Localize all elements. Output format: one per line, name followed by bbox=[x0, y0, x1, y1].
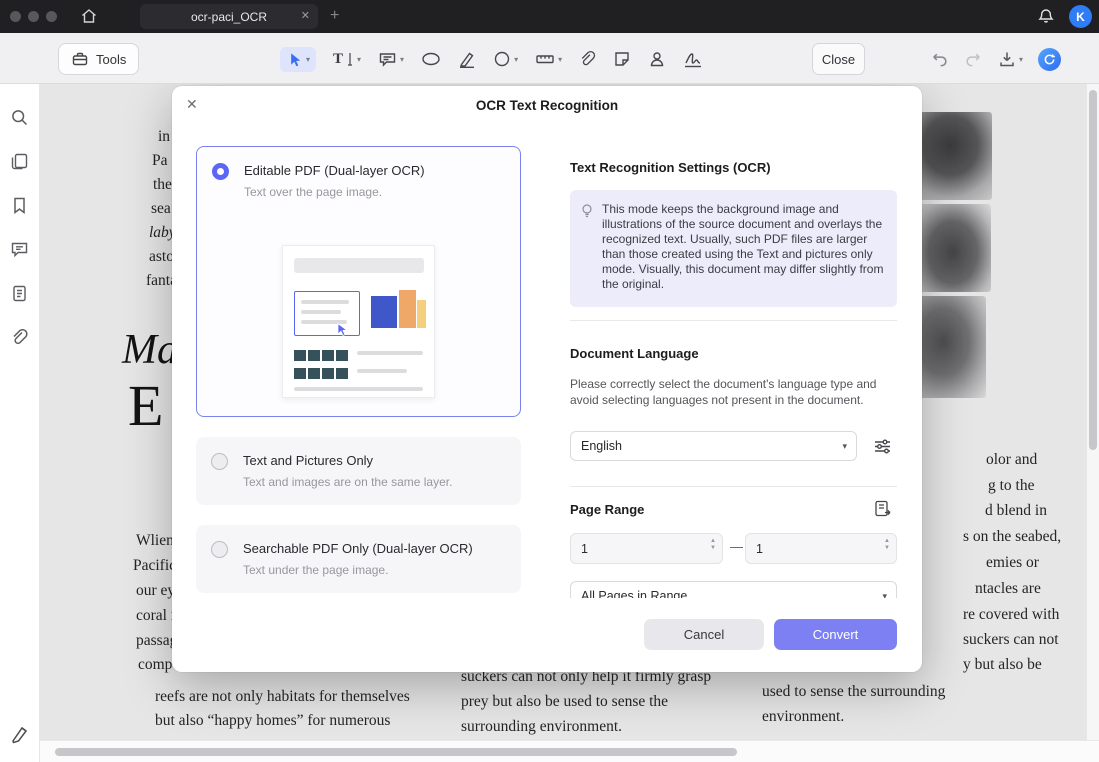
window-close-button[interactable] bbox=[10, 11, 21, 22]
chevron-down-icon: ▾ bbox=[558, 55, 562, 64]
chevron-down-icon: ▾ bbox=[357, 55, 361, 64]
thumbnails-icon[interactable] bbox=[10, 152, 29, 171]
page-to-input[interactable] bbox=[746, 534, 874, 563]
titlebar: ocr-paci_OCR ✕ + K bbox=[0, 0, 1099, 33]
document-tab[interactable]: ocr-paci_OCR ✕ bbox=[140, 4, 318, 29]
range-scope-select[interactable]: All Pages in Range ▾ bbox=[570, 581, 897, 598]
language-select[interactable]: English ▾ bbox=[570, 431, 857, 461]
range-scope-clip: All Pages in Range ▾ bbox=[570, 581, 897, 598]
chevron-down-icon: ▾ bbox=[514, 55, 518, 64]
chevron-down-icon: ▾ bbox=[882, 591, 887, 599]
document-tab-title: ocr-paci_OCR bbox=[191, 10, 267, 24]
vertical-scrollbar-thumb[interactable] bbox=[1089, 90, 1097, 450]
horizontal-scrollbar[interactable] bbox=[0, 740, 1099, 762]
range-dash: — bbox=[730, 539, 743, 554]
ocr-mode-illustration bbox=[282, 245, 435, 398]
chevron-down-icon: ▾ bbox=[842, 441, 847, 452]
signature-panel-icon[interactable] bbox=[10, 724, 31, 745]
mode-info-text: This mode keeps the background image and… bbox=[602, 202, 883, 291]
shape-tool[interactable]: ▾ bbox=[493, 50, 518, 68]
option-label: Searchable PDF Only (Dual-layer OCR) bbox=[243, 541, 473, 556]
search-icon[interactable] bbox=[10, 108, 29, 127]
option-desc: Text under the page image. bbox=[243, 563, 388, 577]
option-label: Editable PDF (Dual-layer OCR) bbox=[244, 163, 425, 178]
cursor-icon bbox=[335, 322, 350, 337]
notifications-bell-icon[interactable] bbox=[1037, 7, 1055, 25]
close-editor-button[interactable]: Close bbox=[812, 43, 865, 75]
signature-tool[interactable] bbox=[683, 50, 703, 68]
sticker-tool[interactable] bbox=[613, 50, 631, 68]
ocr-dialog: ✕ OCR Text Recognition Editable PDF (Dua… bbox=[172, 86, 922, 672]
language-options-icon[interactable] bbox=[873, 437, 892, 456]
comments-panel-icon[interactable] bbox=[10, 240, 29, 259]
radio-selected-icon[interactable] bbox=[212, 163, 229, 180]
language-select-value: English bbox=[581, 439, 622, 453]
history-strip: ▾ bbox=[930, 41, 1061, 77]
redo-icon[interactable] bbox=[964, 50, 983, 68]
divider bbox=[570, 486, 897, 487]
option-editable-pdf[interactable]: Editable PDF (Dual-layer OCR) Text over … bbox=[196, 146, 521, 417]
option-searchable-pdf[interactable]: Searchable PDF Only (Dual-layer OCR) Tex… bbox=[196, 525, 521, 593]
page-range-icon[interactable] bbox=[873, 499, 892, 518]
chevron-down-icon: ▾ bbox=[306, 55, 310, 64]
settings-heading: Text Recognition Settings (OCR) bbox=[570, 160, 771, 175]
chevron-down-icon: ▾ bbox=[1019, 55, 1023, 64]
text-tool[interactable]: T ▾ bbox=[333, 51, 361, 68]
window-zoom-button[interactable] bbox=[46, 11, 57, 22]
vertical-scrollbar[interactable] bbox=[1087, 84, 1099, 740]
stepper-arrows-icon[interactable]: ▲▼ bbox=[884, 538, 890, 551]
toolbar: Tools ▾ T ▾ ▾ bbox=[0, 33, 1099, 84]
radio-unselected-icon[interactable] bbox=[211, 541, 228, 558]
option-label: Text and Pictures Only bbox=[243, 453, 373, 468]
select-tool[interactable]: ▾ bbox=[280, 47, 316, 72]
toolbox-icon bbox=[71, 50, 89, 68]
chevron-down-icon: ▾ bbox=[400, 55, 404, 64]
window-minimize-button[interactable] bbox=[28, 11, 39, 22]
option-desc: Text over the page image. bbox=[244, 185, 382, 199]
attach-tool[interactable] bbox=[579, 50, 596, 68]
page-from-stepper[interactable]: ▲▼ bbox=[570, 533, 723, 564]
new-tab-icon[interactable]: + bbox=[330, 6, 339, 26]
save-icon bbox=[998, 50, 1016, 68]
page-from-input[interactable] bbox=[571, 534, 699, 563]
balloon-tool[interactable] bbox=[421, 51, 441, 67]
page-range-heading: Page Range bbox=[570, 502, 644, 517]
undo-icon[interactable] bbox=[930, 50, 949, 68]
attachments-panel-icon[interactable] bbox=[10, 328, 29, 347]
measure-tool[interactable]: ▾ bbox=[535, 51, 562, 67]
stamp-tool[interactable] bbox=[648, 50, 666, 68]
app-window: in Pa the sea laby asto fanta Ma E Wlien… bbox=[0, 0, 1099, 762]
page-to-stepper[interactable]: ▲▼ bbox=[745, 533, 897, 564]
radio-unselected-icon[interactable] bbox=[211, 453, 228, 470]
tools-button-label: Tools bbox=[96, 52, 126, 67]
save-menu[interactable]: ▾ bbox=[998, 50, 1023, 68]
notes-panel-icon[interactable] bbox=[10, 284, 29, 303]
language-hint: Please correctly select the document's l… bbox=[570, 377, 890, 408]
stepper-arrows-icon[interactable]: ▲▼ bbox=[710, 538, 716, 551]
horizontal-scrollbar-thumb[interactable] bbox=[55, 748, 737, 756]
tools-button[interactable]: Tools bbox=[58, 43, 139, 75]
tool-strip: ▾ T ▾ ▾ bbox=[280, 41, 703, 77]
ai-assistant-icon[interactable] bbox=[1038, 48, 1061, 71]
option-text-pictures-only[interactable]: Text and Pictures Only Text and images a… bbox=[196, 437, 521, 505]
user-avatar[interactable]: K bbox=[1069, 5, 1092, 28]
mode-info-box: This mode keeps the background image and… bbox=[570, 190, 897, 307]
comment-tool[interactable]: ▾ bbox=[378, 50, 404, 68]
cancel-button[interactable]: Cancel bbox=[644, 619, 764, 650]
ocr-settings-panel: Text Recognition Settings (OCR) This mod… bbox=[570, 86, 897, 672]
option-desc: Text and images are on the same layer. bbox=[243, 475, 452, 489]
tab-close-icon[interactable]: ✕ bbox=[301, 9, 310, 22]
lightbulb-icon bbox=[580, 203, 594, 219]
divider bbox=[570, 320, 897, 321]
language-heading: Document Language bbox=[570, 346, 699, 361]
range-scope-value: All Pages in Range bbox=[581, 589, 687, 598]
highlighter-tool[interactable] bbox=[458, 50, 476, 68]
home-icon[interactable] bbox=[80, 7, 98, 25]
convert-button[interactable]: Convert bbox=[774, 619, 897, 650]
sidebar bbox=[0, 84, 40, 762]
bookmark-icon[interactable] bbox=[10, 196, 29, 215]
